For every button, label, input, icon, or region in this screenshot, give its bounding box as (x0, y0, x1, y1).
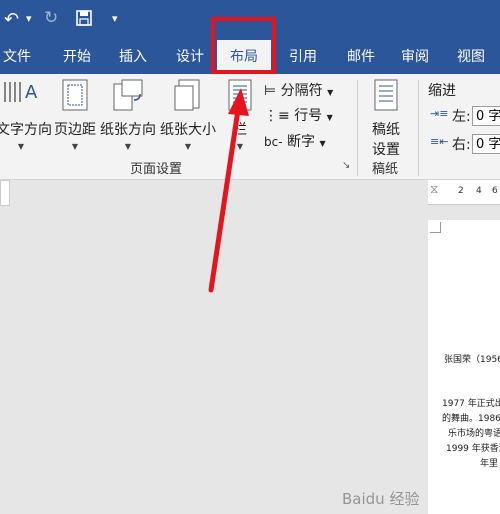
baidu-watermark: Baidu 经验 (342, 490, 420, 508)
red-arrow (208, 88, 249, 293)
